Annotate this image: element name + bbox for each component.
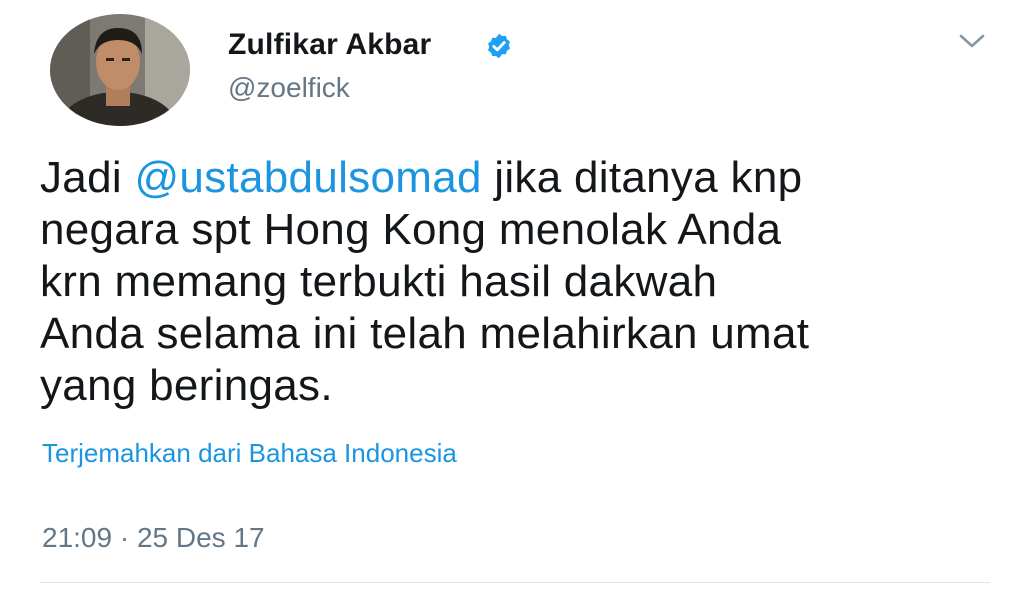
tweet-text-line: negara spt Hong Kong menolak Anda [40, 205, 782, 254]
profile-photo [50, 14, 190, 126]
tweet-text-line: krn memang terbukti hasil dakwah [40, 257, 718, 306]
tweet-text-line: Anda selama ini telah melahirkan umat [40, 309, 810, 358]
translate-link[interactable]: Terjemahkan dari Bahasa Indonesia [42, 438, 457, 469]
tweet-text-line: Jadi @ustabdulsomad jika ditanya knp [40, 152, 990, 204]
user-handle[interactable]: @zoelfick [228, 72, 350, 104]
mention-link[interactable]: @ustabdulsomad [134, 153, 481, 202]
verified-badge-icon [485, 32, 513, 60]
tweet-text-segment: jika ditanya knp [481, 153, 803, 202]
tweet-text-line: yang beringas. [40, 361, 333, 410]
avatar[interactable] [50, 14, 190, 126]
display-name[interactable]: Zulfikar Akbar [228, 28, 431, 62]
divider [40, 582, 990, 583]
tweet-card: Zulfikar Akbar @zoelfick Jadi @ustabduls… [0, 0, 1024, 590]
tweet-text: Jadi @ustabdulsomad jika ditanya knp neg… [40, 152, 990, 412]
tweet-text-segment: Jadi [40, 153, 135, 202]
tweet-timestamp[interactable]: 21:09 · 25 Des 17 [42, 522, 265, 554]
chevron-down-icon[interactable] [955, 30, 989, 52]
